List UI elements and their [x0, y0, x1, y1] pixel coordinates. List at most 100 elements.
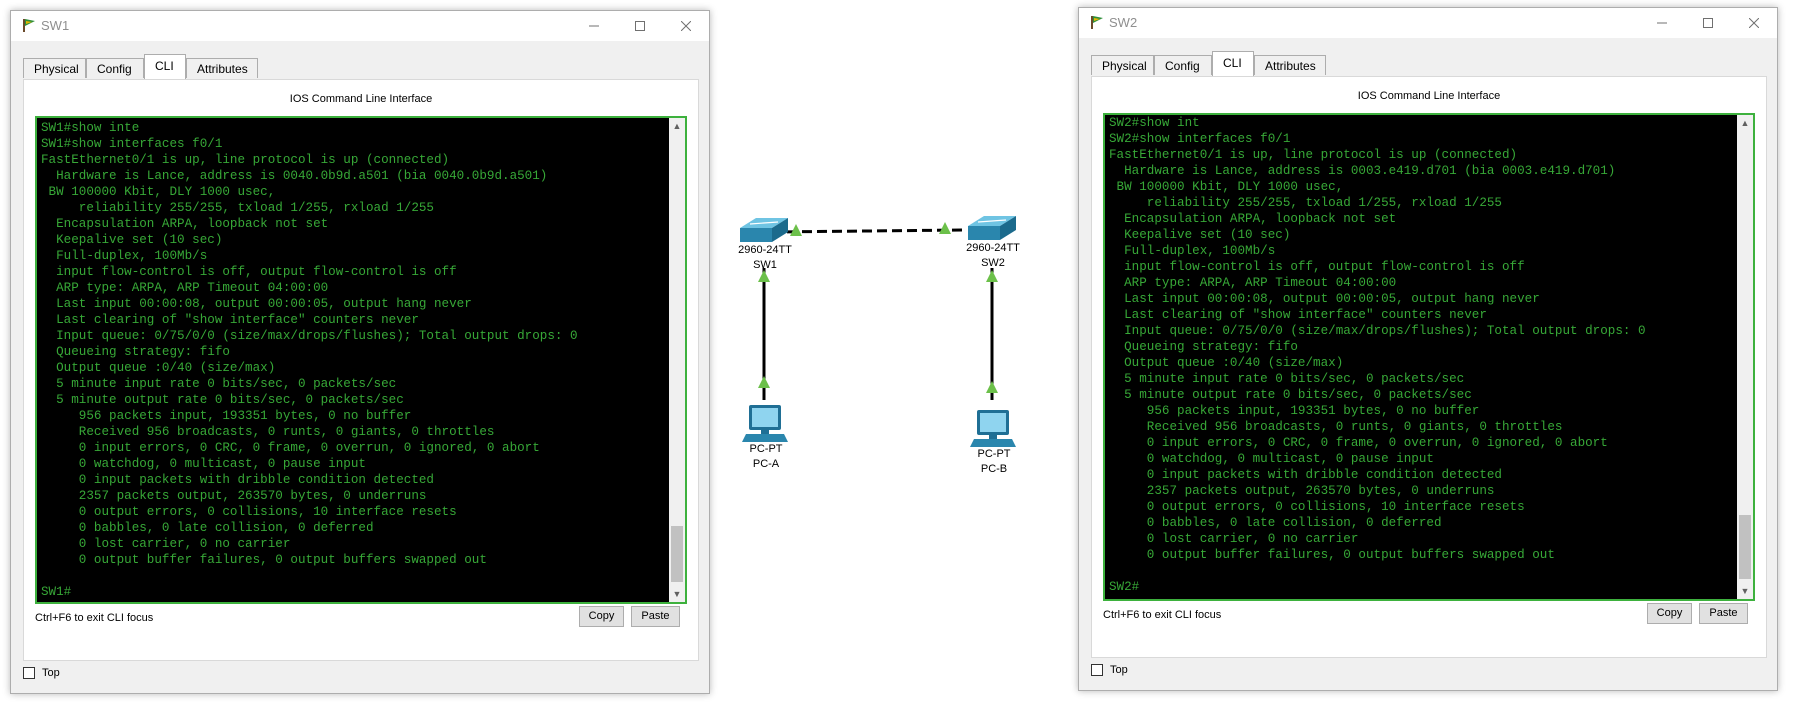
scroll-up-icon[interactable]: ▲	[669, 118, 685, 134]
paste-button[interactable]: Paste	[631, 606, 680, 627]
terminal-line: 0 output buffer failures, 0 output buffe…	[1109, 548, 1555, 562]
terminal-line: SW1#show interfaces f0/1	[41, 137, 223, 151]
network-topology: 2960-24TT SW1 2960-24TT SW2 PC-PT PC-A P…	[710, 0, 1078, 710]
terminal-line: reliability 255/255, txload 1/255, rxloa…	[41, 201, 434, 215]
exit-cli-hint: Ctrl+F6 to exit CLI focus	[1103, 609, 1222, 621]
link-up-indicator	[986, 381, 998, 393]
paste-button[interactable]: Paste	[1699, 603, 1748, 624]
switch-icon[interactable]	[740, 218, 788, 242]
tab-physical[interactable]: Physical	[23, 58, 86, 78]
terminal-line: Last input 00:00:08, output 00:00:05, ou…	[41, 297, 472, 311]
pcb-name-label[interactable]: PC-B	[959, 463, 1029, 475]
pca-name-label[interactable]: PC-A	[731, 458, 801, 470]
terminal-line: SW2#show int	[1109, 116, 1200, 130]
copy-button[interactable]: Copy	[1647, 603, 1692, 624]
window-title: SW2	[1109, 15, 1138, 30]
pca-model-label: PC-PT	[749, 443, 783, 455]
tab-attributes[interactable]: Attributes	[186, 58, 258, 78]
tab-physical[interactable]: Physical	[1091, 55, 1154, 75]
minimize-icon	[589, 25, 599, 27]
terminal-line: 5 minute input rate 0 bits/sec, 0 packet…	[41, 377, 397, 391]
title-bar[interactable]: SW2	[1079, 8, 1777, 38]
scroll-up-icon[interactable]: ▲	[1737, 115, 1753, 131]
terminal-line: Last clearing of "show interface" counte…	[1109, 308, 1487, 322]
terminal-line: 0 output buffer failures, 0 output buffe…	[41, 553, 487, 567]
link-up-indicator	[939, 222, 951, 234]
terminal-line: 0 output errors, 0 collisions, 10 interf…	[1109, 500, 1525, 514]
terminal-line: Last clearing of "show interface" counte…	[41, 313, 419, 327]
terminal-line: input flow-control is off, output flow-c…	[1109, 260, 1525, 274]
tab-cli[interactable]: CLI	[1212, 51, 1254, 76]
terminal-line: 0 output errors, 0 collisions, 10 interf…	[41, 505, 457, 519]
terminal-line: Queueing strategy: fifo	[1109, 340, 1298, 354]
tab-attributes[interactable]: Attributes	[1254, 55, 1326, 75]
sw1-window: SW1 Physical Config CLI Attributes IOS C…	[10, 10, 710, 694]
link-up-indicator	[758, 376, 770, 388]
scroll-thumb[interactable]	[671, 526, 683, 582]
tab-config[interactable]: Config	[1154, 55, 1212, 75]
cli-panel: IOS Command Line Interface SW1#show inte…	[23, 79, 699, 661]
terminal-line: Received 956 broadcasts, 0 runts, 0 gian…	[41, 425, 495, 439]
cli-panel: IOS Command Line Interface SW2#show int …	[1091, 76, 1767, 658]
terminal-line: Full-duplex, 100Mb/s	[41, 249, 208, 263]
link-up-indicator	[790, 224, 802, 236]
terminal-line: 2357 packets output, 263570 bytes, 0 und…	[41, 489, 427, 503]
tab-config[interactable]: Config	[86, 58, 144, 78]
terminal-line: Received 956 broadcasts, 0 runts, 0 gian…	[1109, 420, 1563, 434]
close-icon	[681, 21, 691, 31]
scroll-down-icon[interactable]: ▼	[669, 586, 685, 602]
switch-icon[interactable]	[968, 216, 1016, 240]
terminal-line: SW2#show interfaces f0/1	[1109, 132, 1291, 146]
minimize-button[interactable]	[1639, 8, 1685, 38]
cli-terminal[interactable]: SW2#show int SW2#show interfaces f0/1 Fa…	[1103, 113, 1755, 601]
maximize-button[interactable]	[617, 11, 663, 41]
pc-icon[interactable]	[970, 410, 1016, 447]
sw2-name-label[interactable]: SW2	[958, 257, 1028, 269]
topology-canvas	[740, 216, 1016, 447]
tab-cli[interactable]: CLI	[144, 54, 186, 79]
vertical-scrollbar[interactable]: ▲ ▼	[1737, 115, 1753, 599]
sw1-name-label[interactable]: SW1	[730, 259, 800, 271]
terminal-line: 956 packets input, 193351 bytes, 0 no bu…	[41, 409, 412, 423]
terminal-line: Input queue: 0/75/0/0 (size/max/drops/fl…	[1109, 324, 1646, 338]
terminal-line: 0 input packets with dribble condition d…	[1109, 468, 1502, 482]
vertical-scrollbar[interactable]: ▲ ▼	[669, 118, 685, 602]
panel-title: IOS Command Line Interface	[1357, 90, 1501, 102]
close-button[interactable]	[663, 11, 709, 41]
close-button[interactable]	[1731, 8, 1777, 38]
link-sw1-sw2[interactable]	[771, 228, 963, 234]
packet-tracer-app-icon	[23, 19, 35, 32]
terminal-line: Keepalive set (10 sec)	[41, 233, 223, 247]
terminal-line: Encapsulation ARPA, loopback not set	[41, 217, 329, 231]
terminal-line: Last input 00:00:08, output 00:00:05, ou…	[1109, 292, 1540, 306]
terminal-line: Queueing strategy: fifo	[41, 345, 230, 359]
window-title: SW1	[41, 18, 70, 33]
minimize-button[interactable]	[571, 11, 617, 41]
terminal-line: 0 lost carrier, 0 no carrier	[1109, 532, 1359, 546]
terminal-line: SW2#	[1109, 580, 1140, 594]
terminal-line: reliability 255/255, txload 1/255, rxloa…	[1109, 196, 1502, 210]
maximize-button[interactable]	[1685, 8, 1731, 38]
terminal-line: 0 babbles, 0 late collision, 0 deferred	[1109, 516, 1442, 530]
terminal-line: Keepalive set (10 sec)	[1109, 228, 1291, 242]
title-bar[interactable]: SW1	[11, 11, 709, 41]
terminal-line: Hardware is Lance, address is 0040.0b9d.…	[41, 169, 548, 183]
cli-terminal[interactable]: SW1#show inte SW1#show interfaces f0/1 F…	[35, 116, 687, 604]
top-checkbox[interactable]	[23, 667, 35, 679]
terminal-line: 5 minute output rate 0 bits/sec, 0 packe…	[1109, 388, 1472, 402]
terminal-line: 0 input errors, 0 CRC, 0 frame, 0 overru…	[41, 441, 540, 455]
exit-cli-hint: Ctrl+F6 to exit CLI focus	[35, 612, 154, 624]
copy-button[interactable]: Copy	[579, 606, 624, 627]
scroll-thumb[interactable]	[1739, 515, 1751, 579]
pc-icon[interactable]	[742, 405, 788, 442]
terminal-line: FastEthernet0/1 is up, line protocol is …	[1109, 148, 1518, 162]
terminal-line: input flow-control is off, output flow-c…	[41, 265, 457, 279]
sw1-model-label: 2960-24TT	[738, 244, 792, 256]
terminal-line: ARP type: ARPA, ARP Timeout 04:00:00	[41, 281, 329, 295]
terminal-line: 0 babbles, 0 late collision, 0 deferred	[41, 521, 374, 535]
scroll-down-icon[interactable]: ▼	[1737, 583, 1753, 599]
terminal-line: ARP type: ARPA, ARP Timeout 04:00:00	[1109, 276, 1397, 290]
top-checkbox[interactable]	[1091, 664, 1103, 676]
terminal-line: Full-duplex, 100Mb/s	[1109, 244, 1276, 258]
panel-title: IOS Command Line Interface	[289, 93, 433, 105]
